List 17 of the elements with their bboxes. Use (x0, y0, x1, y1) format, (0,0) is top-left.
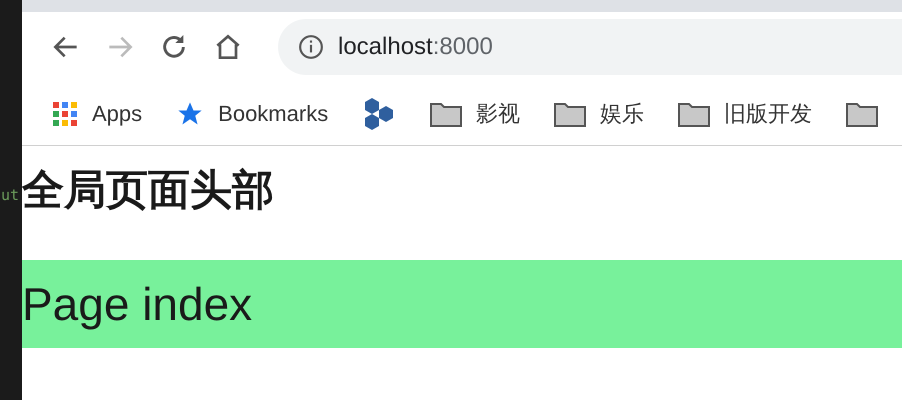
banner-text: Page index (22, 277, 252, 331)
info-icon (298, 34, 324, 60)
bookmark-item[interactable]: 旧版开发 (678, 98, 812, 128)
bookmark-item[interactable]: 影视 (430, 98, 520, 128)
folder-icon (554, 100, 586, 126)
folder-icon (846, 100, 878, 126)
bookmark-item[interactable] (846, 100, 878, 126)
bookmark-item[interactable]: Apps (52, 100, 142, 126)
address-bar[interactable]: localhost:8000 (278, 19, 902, 75)
apps-grid-icon (52, 100, 78, 126)
folder-icon (430, 100, 462, 126)
bookmark-item[interactable]: Bookmarks (176, 100, 328, 128)
bookmark-item[interactable]: 娱乐 (554, 98, 644, 128)
page-heading: 全局页面头部 (22, 164, 275, 216)
url-text: localhost:8000 (338, 33, 493, 61)
code-text: ut (1, 186, 20, 204)
folder-icon (678, 100, 710, 126)
